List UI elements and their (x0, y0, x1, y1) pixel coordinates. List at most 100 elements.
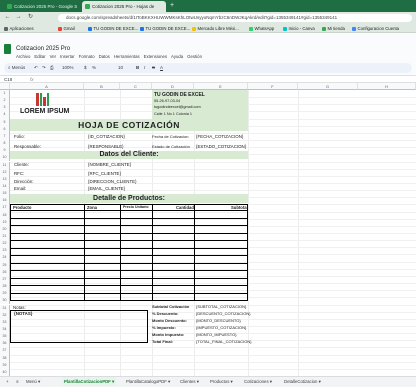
search-menus-button[interactable]: ⌕ Menús (8, 65, 25, 70)
zoom-select[interactable]: 100% (62, 65, 74, 70)
row-header[interactable]: 32 (0, 311, 10, 319)
italic-icon[interactable]: I (144, 65, 145, 70)
row-header[interactable]: 19 (0, 218, 10, 226)
direccion-value[interactable]: {DIRECCION_CLIENTE} (88, 179, 137, 184)
row-header[interactable]: 10 (0, 154, 10, 162)
row-header[interactable]: 25 (0, 261, 10, 269)
rfc-value[interactable]: {RFC_CLIENTE} (88, 171, 121, 176)
row-header[interactable]: 35 (0, 333, 10, 341)
bookmark-godin-2[interactable]: TU GODIN DE EXCE... (140, 25, 190, 32)
row-header[interactable]: 18 (0, 211, 10, 219)
bookmark-godin-1[interactable]: TU GODIN DE EXCE... (88, 25, 138, 32)
column-header-c[interactable]: C (120, 83, 152, 90)
menu-insertar[interactable]: Insertar (60, 54, 75, 59)
row-header[interactable]: 29 (0, 290, 10, 298)
menu-herramientas[interactable]: Herramientas (114, 54, 140, 59)
row-header[interactable]: 12 (0, 168, 10, 176)
column-header-g[interactable]: G (298, 83, 358, 90)
row-header[interactable]: 13 (0, 175, 10, 183)
currency-icon[interactable]: $ (84, 65, 87, 70)
total-value[interactable]: {MONTO_DESCUENTO} (196, 318, 241, 323)
bookmark-whatsapp[interactable]: WhatsApp (249, 25, 274, 32)
undo-icon[interactable]: ↶ (34, 65, 38, 71)
row-header[interactable]: 40 (0, 368, 10, 376)
column-header-h[interactable]: H (358, 83, 416, 90)
row-header[interactable]: 2 (0, 97, 10, 105)
row-header[interactable]: 5 (0, 118, 10, 126)
row-header[interactable]: 23 (0, 247, 10, 255)
menu-extensiones[interactable]: Extensiones (144, 54, 167, 59)
bookmark-mercado-libre[interactable]: Mercado Libre Méxi... (192, 25, 239, 32)
row-header[interactable]: 34 (0, 325, 10, 334)
menu-ayuda[interactable]: Ayuda (171, 54, 183, 59)
sheet-tab-plantilla-catalogo[interactable]: PlantillaCatalogoPDF ▾ (124, 377, 172, 386)
row-header[interactable]: 28 (0, 283, 10, 291)
menu-archivo[interactable]: Archivo (16, 54, 30, 59)
sheet-tab-detalle-cotizacion[interactable]: DetalleCotizacion ▾ (282, 377, 323, 386)
menu-datos[interactable]: Datos (99, 54, 110, 59)
row-header[interactable]: 27 (0, 275, 10, 284)
font-size-input[interactable]: 10 (118, 65, 123, 70)
sheet-tab-productos[interactable]: Productos ▾ (208, 377, 235, 386)
folio-value[interactable]: {ID_COTIZACION} (88, 134, 125, 139)
document-title[interactable]: Cotizacion 2025 Pro (16, 46, 70, 52)
sheet-tab-cotizaciones[interactable]: Cotizaciones ▾ (242, 377, 274, 386)
sheet-tab-clientes[interactable]: Clientes ▾ (178, 377, 201, 386)
bookmark-tienda[interactable]: Mi tienda (322, 25, 345, 32)
add-sheet-icon[interactable]: + (4, 377, 11, 386)
all-sheets-icon[interactable]: ≡ (14, 377, 21, 386)
notes-value[interactable]: {NOTAS} (14, 311, 32, 316)
forward-arrow-icon[interactable]: → (15, 14, 22, 21)
google-sheets-icon[interactable] (4, 44, 11, 54)
menu-gestion[interactable]: Gestión (187, 54, 202, 59)
row-header[interactable]: 1 (0, 90, 10, 98)
bookmark-apps[interactable]: Aplicaciones (4, 25, 34, 32)
row-header[interactable]: 37 (0, 347, 10, 355)
total-value[interactable]: {SUBTOTAL_COTIZACION} (196, 304, 246, 309)
name-box[interactable]: C18 (4, 77, 12, 82)
sheet-tab-menu[interactable]: Menú ▾ (24, 377, 42, 386)
bookmark-config[interactable]: Configuracion Cuenta (352, 25, 399, 32)
redo-icon[interactable]: ↷ (42, 65, 46, 71)
row-header[interactable]: 4 (0, 111, 10, 119)
total-value[interactable]: {IMPUESTO_COTIZACION} (196, 325, 246, 330)
row-header[interactable]: 9 (0, 147, 10, 155)
row-header[interactable]: 17 (0, 204, 10, 212)
select-all-corner[interactable] (0, 83, 10, 90)
cliente-value[interactable]: {NOMBRE_CLIENTE} (88, 162, 131, 167)
total-value[interactable]: {MONTO_IMPUESTO} (196, 332, 237, 337)
menu-formato[interactable]: Formato (79, 54, 95, 59)
new-tab-button[interactable]: + (170, 2, 174, 9)
back-arrow-icon[interactable]: ← (4, 14, 11, 21)
browser-tab-1[interactable]: Cotizacion 2025 Pro - Google S (4, 1, 80, 12)
fecha-value[interactable]: {FECHA_COTIZACION} (196, 134, 243, 139)
print-icon[interactable]: ⎙ (50, 65, 54, 70)
column-header-a[interactable]: A (10, 83, 84, 90)
row-header[interactable]: 38 (0, 354, 10, 362)
row-header[interactable]: 33 (0, 318, 10, 326)
bold-icon[interactable]: B (136, 65, 139, 70)
bookmark-canva[interactable]: Inicio - Canva (283, 25, 315, 32)
column-header-f[interactable]: F (248, 83, 298, 90)
bookmark-gmail[interactable]: Gmail (58, 25, 75, 32)
row-header[interactable]: 22 (0, 240, 10, 248)
row-header[interactable]: 21 (0, 233, 10, 241)
sheet-tab-plantilla-cotizacion[interactable]: PlantillaCotizacionPDF ▾ (62, 377, 117, 386)
percent-icon[interactable]: % (92, 65, 96, 70)
url-input[interactable]: docs.google.com/spreadsheets/d/1IToBKKXH… (58, 13, 412, 22)
total-value[interactable]: {TOTAL_FINAL_COTIZACION} (196, 339, 252, 344)
reload-icon[interactable]: ↻ (27, 14, 34, 21)
total-value[interactable]: {DESCUENTO_COTIZACION} (196, 311, 251, 316)
row-header[interactable]: 26 (0, 268, 10, 276)
row-header[interactable]: 31 (0, 304, 10, 312)
row-header[interactable]: 30 (0, 297, 10, 305)
menu-ver[interactable]: Ver (50, 54, 56, 59)
row-header[interactable]: 6 (0, 125, 10, 133)
row-header[interactable]: 36 (0, 340, 10, 348)
row-header[interactable]: 7 (0, 132, 10, 141)
browser-tab-2[interactable]: Cotizacion 2025 Pro - Hojas de (82, 1, 166, 12)
row-header[interactable]: 11 (0, 161, 10, 169)
column-header-e[interactable]: E (194, 83, 248, 90)
column-header-b[interactable]: B (84, 83, 120, 90)
row-header[interactable]: 8 (0, 140, 10, 148)
